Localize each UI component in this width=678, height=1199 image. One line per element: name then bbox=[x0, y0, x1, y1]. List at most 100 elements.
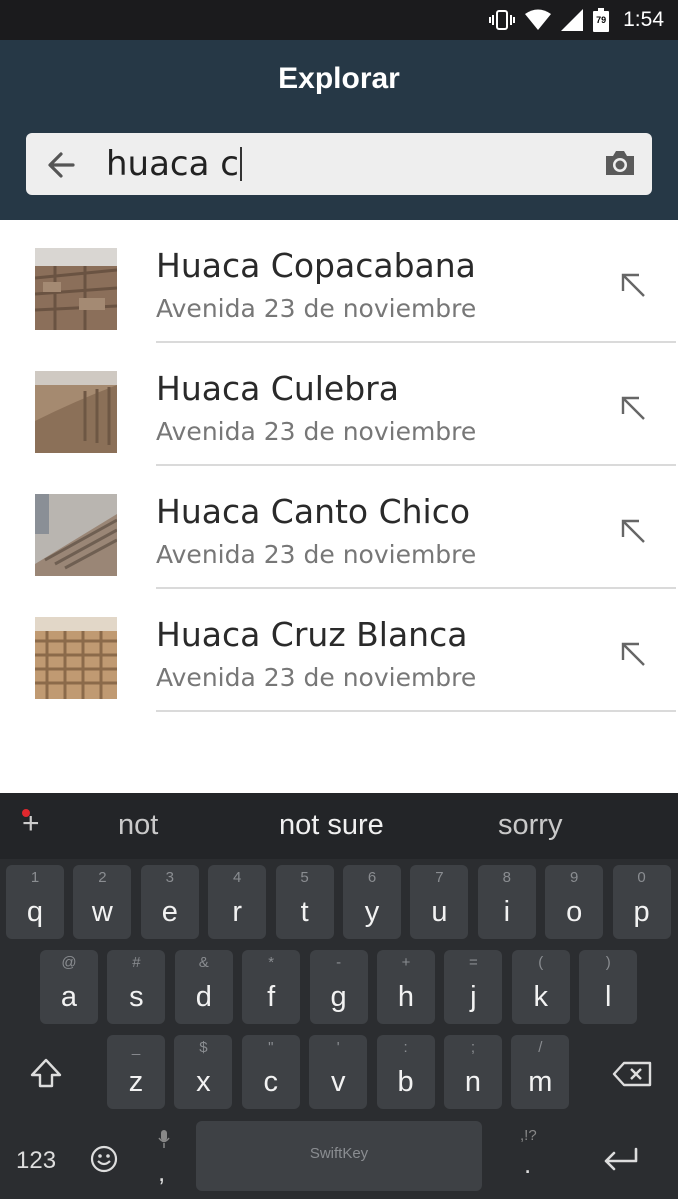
arrow-up-left-icon[interactable] bbox=[620, 272, 646, 298]
key-y[interactable]: 6y bbox=[343, 865, 401, 939]
key-label: y bbox=[364, 896, 380, 928]
battery-level: 79 bbox=[596, 15, 607, 25]
key-k[interactable]: (k bbox=[511, 950, 570, 1024]
suggestion-left[interactable]: not bbox=[118, 809, 158, 842]
key-label: a bbox=[60, 981, 78, 1013]
key-label: j bbox=[470, 981, 477, 1013]
key-label: m bbox=[528, 1066, 553, 1098]
result-title: Huaca Copacabana bbox=[156, 246, 476, 285]
key-label: k bbox=[533, 981, 549, 1013]
result-item[interactable]: Huaca Culebra Avenida 23 de noviembre bbox=[0, 343, 678, 466]
key-o[interactable]: 9o bbox=[545, 865, 604, 939]
search-input[interactable]: huaca c bbox=[106, 141, 242, 187]
back-arrow-icon[interactable] bbox=[46, 150, 76, 180]
key-hint: * bbox=[268, 954, 275, 971]
key-hint: : bbox=[403, 1039, 408, 1056]
key-hint: 5 bbox=[300, 869, 309, 886]
key-hint: 1 bbox=[30, 869, 40, 886]
swiftkey-logo: SwiftKey bbox=[309, 1145, 369, 1162]
suggestion-center[interactable]: not sure bbox=[279, 809, 384, 842]
key-label: b bbox=[397, 1066, 414, 1098]
text-cursor bbox=[239, 147, 242, 181]
key-a[interactable]: @ a bbox=[40, 950, 98, 1024]
battery-icon: 79 bbox=[593, 8, 610, 32]
key-r[interactable]: 4r bbox=[208, 865, 267, 939]
key-z[interactable]: _ z bbox=[107, 1035, 165, 1109]
enter-icon[interactable] bbox=[600, 1147, 640, 1180]
key-hint: = bbox=[469, 954, 478, 971]
arrow-up-left-icon[interactable] bbox=[620, 641, 646, 667]
suggestion-bar: + not not sure sorry bbox=[0, 793, 678, 859]
key-i[interactable]: 8i bbox=[477, 865, 536, 939]
key-label: s bbox=[129, 981, 144, 1013]
space-bar[interactable]: SwiftKey bbox=[196, 1121, 482, 1191]
key-label: p bbox=[633, 896, 650, 928]
arrow-up-left-icon[interactable] bbox=[620, 395, 646, 421]
key-label: e bbox=[161, 896, 178, 928]
key-hint: 9 bbox=[570, 869, 579, 886]
key-hint: @ bbox=[61, 954, 77, 971]
period-key[interactable]: . bbox=[524, 1149, 531, 1180]
clock: 1:54 bbox=[623, 8, 664, 31]
mic-icon[interactable] bbox=[158, 1127, 170, 1155]
key-x[interactable]: $ x bbox=[174, 1035, 233, 1109]
result-subtitle: Avenida 23 de noviembre bbox=[156, 663, 477, 692]
key-hint: / bbox=[538, 1039, 543, 1056]
key-hint: - bbox=[336, 954, 342, 971]
result-subtitle: Avenida 23 de noviembre bbox=[156, 540, 477, 569]
key-d[interactable]: & d bbox=[174, 950, 233, 1024]
key-c[interactable]: " c bbox=[241, 1035, 300, 1109]
key-j[interactable]: = j bbox=[444, 950, 503, 1024]
key-label: x bbox=[196, 1066, 211, 1098]
key-hint: # bbox=[132, 954, 141, 971]
key-hint: 6 bbox=[367, 869, 377, 886]
result-item[interactable]: Huaca Cruz Blanca Avenida 23 de noviembr… bbox=[0, 589, 678, 712]
key-hint: ) bbox=[605, 954, 611, 971]
key-u[interactable]: 7u bbox=[410, 865, 469, 939]
result-thumbnail bbox=[35, 494, 117, 576]
key-hint: 3 bbox=[165, 869, 174, 886]
key-label: l bbox=[604, 981, 612, 1013]
key-label: u bbox=[431, 896, 448, 928]
key-l[interactable]: ) l bbox=[579, 950, 638, 1024]
result-title: Huaca Culebra bbox=[156, 369, 399, 408]
key-b[interactable]: :b bbox=[376, 1035, 435, 1109]
numbers-key[interactable]: 123 bbox=[16, 1147, 56, 1175]
period-hint: ,!? bbox=[520, 1127, 537, 1144]
key-g[interactable]: -g bbox=[309, 950, 368, 1024]
key-v[interactable]: ' v bbox=[309, 1035, 368, 1109]
key-t[interactable]: 5t bbox=[275, 865, 334, 939]
key-e[interactable]: 3e bbox=[140, 865, 199, 939]
keyboard: + not not sure sorry 1q2w3e4r5t6y7u8i9o0… bbox=[0, 793, 678, 1199]
result-subtitle: Avenida 23 de noviembre bbox=[156, 294, 477, 323]
key-hint: 0 bbox=[637, 869, 646, 886]
key-w[interactable]: 2w bbox=[73, 865, 132, 939]
suggestion-right[interactable]: sorry bbox=[498, 809, 562, 842]
backspace-icon[interactable] bbox=[612, 1061, 652, 1094]
divider bbox=[156, 710, 676, 712]
result-title: Huaca Canto Chico bbox=[156, 492, 471, 531]
comma-key[interactable]: , bbox=[158, 1157, 165, 1188]
key-f[interactable]: * f bbox=[242, 950, 301, 1024]
key-n[interactable]: ; n bbox=[444, 1035, 502, 1109]
key-m[interactable]: / m bbox=[511, 1035, 570, 1109]
key-label: i bbox=[503, 896, 511, 928]
key-hint: ' bbox=[336, 1039, 340, 1056]
app-bar: Explorar huaca c bbox=[0, 40, 678, 220]
signal-icon bbox=[561, 9, 584, 31]
result-item[interactable]: Huaca Canto Chico Avenida 23 de noviembr… bbox=[0, 466, 678, 589]
key-s[interactable]: # s bbox=[107, 950, 166, 1024]
key-q[interactable]: 1q bbox=[6, 865, 64, 939]
key-p[interactable]: 0p bbox=[612, 865, 671, 939]
result-thumbnail bbox=[35, 248, 117, 330]
key-hint: " bbox=[268, 1039, 274, 1056]
arrow-up-left-icon[interactable] bbox=[620, 518, 646, 544]
key-h[interactable]: + h bbox=[377, 950, 435, 1024]
emoji-icon[interactable] bbox=[90, 1145, 118, 1180]
key-label: w bbox=[91, 896, 113, 928]
shift-icon[interactable] bbox=[30, 1058, 62, 1095]
camera-icon[interactable] bbox=[604, 149, 636, 177]
search-bar[interactable]: huaca c bbox=[26, 133, 652, 195]
result-item[interactable]: Huaca Copacabana Avenida 23 de noviembre bbox=[0, 220, 678, 343]
notification-dot bbox=[22, 809, 30, 817]
